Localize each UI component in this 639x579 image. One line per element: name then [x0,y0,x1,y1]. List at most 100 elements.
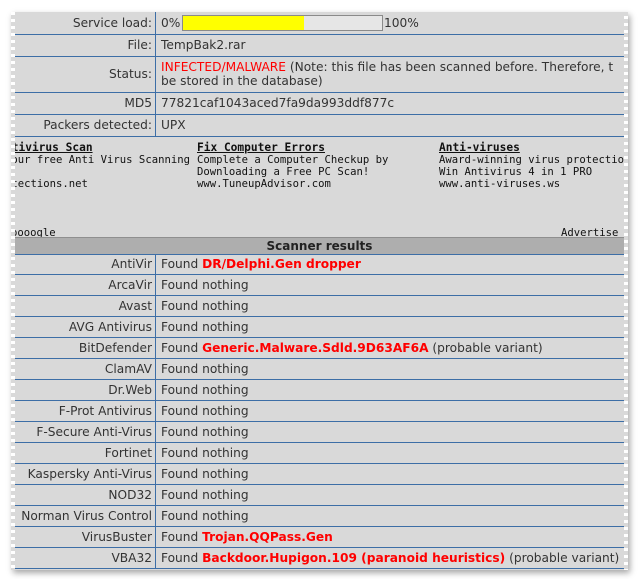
file-label: File: [11,35,156,56]
ad-line: your free Anti Virus Scanning [11,154,190,166]
scanner-name: ArcaVir [11,275,156,295]
found-text: Found nothing [161,509,249,523]
scanner-row: F-Prot Antivirus Found nothing [11,401,628,422]
md5-label: MD5 [11,93,156,114]
ad-url[interactable]: etections.net [11,178,190,190]
variant-note: (probable variant) [509,551,620,565]
scanner-result: Found nothing [161,317,628,337]
scanner-name: AVG Antivirus [11,317,156,337]
status-note-continued: be stored in the database) [161,74,323,88]
malware-name: Generic.Malware.Sdld.9D63AF6A [202,341,429,355]
scan-report-panel: Service load: 0% 100% File: TempBak2.rar… [11,12,628,570]
ads-block: ntivirus Scan your free Anti Virus Scann… [11,138,628,241]
scanner-name: F-Prot Antivirus [11,401,156,421]
ad-url[interactable]: www.anti-viruses.ws [439,178,628,190]
scanner-result: Found nothing [161,275,628,295]
status-label: Status: [11,57,156,92]
malware-name: Trojan.QQPass.Gen [202,530,333,544]
scanner-name: Fortinet [11,443,156,463]
found-text: Found nothing [161,278,249,292]
ad-title[interactable]: Anti-viruses [439,142,628,154]
packers-row: Packers detected: UPX [11,115,628,137]
malware-name: Backdoor.Hupigon.109 (paranoid heuristic… [202,551,506,565]
service-load-bar-fill [183,16,305,30]
scanner-result: Found DR/Delphi.Gen dropper [161,254,628,274]
found-text: Found [161,257,199,271]
service-load-row: Service load: 0% 100% [11,12,628,35]
scanner-result: Found nothing [161,296,628,316]
scanner-result: Found Trojan.QQPass.Gen [161,527,628,547]
status-value: INFECTED/MALWARE (Note: this file has be… [161,60,628,88]
ad-line: Win Antivirus 4 in 1 PRO [439,166,593,178]
scanner-row: VirusBuster Found Trojan.QQPass.Gen [11,527,628,548]
ad-title[interactable]: ntivirus Scan [11,142,190,154]
malware-name: DR/Delphi.Gen dropper [202,257,361,271]
scanner-row: ArcaVir Found nothing [11,275,628,296]
scanner-name: Kaspersky Anti-Virus [11,464,156,484]
scanner-name: VBA32 [11,548,156,568]
service-load-bar [182,15,383,31]
scanner-result: Found nothing [161,422,628,442]
variant-note: (probable variant) [432,341,543,355]
scanner-name: AntiVir [11,254,156,274]
scanner-result: Found nothing [161,359,628,379]
found-text: Found nothing [161,383,249,397]
scanner-row: Avast Found nothing [11,296,628,317]
scanner-name: Avast [11,296,156,316]
ad-line: Complete a Computer Checkup by [197,154,389,166]
scanner-result: Found nothing [161,485,628,505]
scanner-result: Found Generic.Malware.Sdld.9D63AF6A (pro… [161,338,628,358]
scanner-row: VBA32 Found Backdoor.Hupigon.109 (paranoi… [11,548,628,569]
status-row: Status: INFECTED/MALWARE (Note: this fil… [11,57,628,93]
found-text: Found nothing [161,362,249,376]
found-text: Found nothing [161,467,249,481]
found-text: Found nothing [161,320,249,334]
scanner-result: Found nothing [161,443,628,463]
ad-title[interactable]: Fix Computer Errors [197,142,388,154]
scanner-name: F-Secure Anti-Virus [11,422,156,442]
ad-line [11,166,190,178]
scanner-result: Found Backdoor.Hupigon.109 (paranoid heu… [161,548,628,568]
scanner-name: NOD32 [11,485,156,505]
scanner-row: Norman Virus Control Found nothing [11,506,628,527]
found-text: Found nothing [161,488,249,502]
found-text: Found nothing [161,425,249,439]
scanner-result: Found nothing [161,380,628,400]
scanner-row: ClamAV Found nothing [11,359,628,380]
md5-row: MD5 77821caf1043aced7fa9da993ddf877c [11,93,628,115]
scanner-row: AVG Antivirus Found nothing [11,317,628,338]
scanner-row: Dr.Web Found nothing [11,380,628,401]
status-infected: INFECTED/MALWARE [161,60,286,74]
scanner-name: BitDefender [11,338,156,358]
found-text: Found [161,341,199,355]
scanner-result: Found nothing [161,464,628,484]
service-load-value: 0% 100% [161,12,628,34]
file-row: File: TempBak2.rar [11,35,628,57]
ad-line: Downloading a Free PC Scan! [197,166,370,178]
packers-value: UPX [161,118,186,132]
scanner-results-header: Scanner results [11,237,628,255]
md5-hash: 77821caf1043aced7fa9da993ddf877c [161,96,395,110]
found-text: Found nothing [161,404,249,418]
ad-anti-viruses[interactable]: Anti-viruses Award-winning virus protect… [439,142,628,191]
ad-fix-computer-errors[interactable]: Fix Computer Errors Complete a Computer … [197,142,389,191]
load-max-label: 100% [384,16,419,30]
scanner-name: VirusBuster [11,527,156,547]
file-info-table: Service load: 0% 100% File: TempBak2.rar… [11,12,628,137]
scanner-result: Found nothing [161,506,628,526]
scanner-row: Kaspersky Anti-Virus Found nothing [11,464,628,485]
ad-line: Award-winning virus protection Dow [439,154,628,166]
scanner-row: BitDefender Found Generic.Malware.Sdld.9D… [11,338,628,359]
scanner-name: Dr.Web [11,380,156,400]
ad-url[interactable]: www.TuneupAdvisor.com [197,178,388,190]
scanner-row: NOD32 Found nothing [11,485,628,506]
found-text: Found nothing [161,446,249,460]
scanner-result: Found nothing [161,401,628,421]
file-name: TempBak2.rar [161,38,246,52]
scanner-name: ClamAV [11,359,156,379]
load-min-label: 0% [161,16,181,30]
service-load-label: Service load: [11,12,156,34]
scanner-name: Norman Virus Control [11,506,156,526]
ad-antivirus-scan[interactable]: ntivirus Scan your free Anti Virus Scann… [11,142,190,191]
found-text: Found nothing [161,299,249,313]
